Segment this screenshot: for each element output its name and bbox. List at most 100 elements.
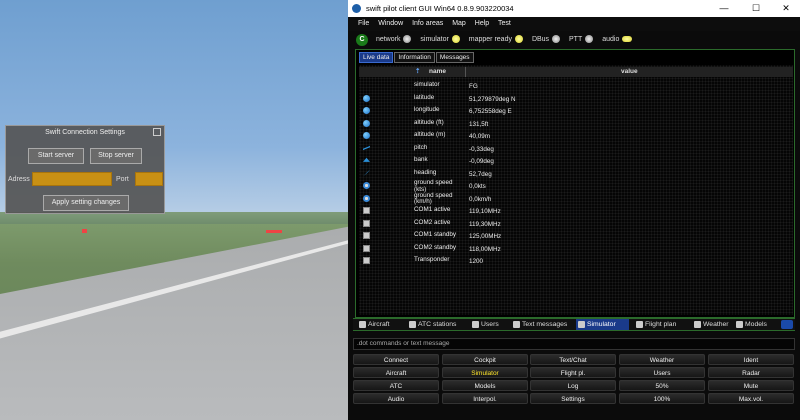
tab-label: Text messages: [522, 321, 568, 328]
keypad-models-button[interactable]: Models: [442, 380, 528, 391]
users-icon: [472, 321, 479, 328]
address-input[interactable]: [32, 172, 112, 186]
row-value: 125,00MHz: [469, 233, 502, 240]
keypad-cockpit-button[interactable]: Cockpit: [442, 354, 528, 365]
keypad-log-button[interactable]: Log: [530, 380, 616, 391]
command-line-input[interactable]: .dot commands or text message: [353, 338, 795, 350]
connection-badge[interactable]: C: [356, 34, 368, 46]
close-icon[interactable]: [153, 128, 161, 136]
table-row[interactable]: COM1 active 119,10MHz: [359, 205, 793, 218]
table-row[interactable]: altitude (m) 40,09m: [359, 130, 793, 143]
table-row[interactable]: ground speed (km/h) 0,0km/h: [359, 192, 793, 206]
keypad-simulator-button[interactable]: Simulator: [442, 367, 528, 378]
address-label: Adress: [8, 176, 30, 183]
speed-icon: [363, 194, 370, 202]
keypad-aircraft-button[interactable]: Aircraft: [353, 367, 439, 378]
keypad-audio-button[interactable]: Audio: [353, 393, 439, 404]
tab-flight-plan[interactable]: Flight plan: [634, 319, 688, 330]
table-row[interactable]: longitude 6,752558deg E: [359, 105, 793, 118]
table-row[interactable]: bank -0,09deg: [359, 155, 793, 168]
status-led-icon: [585, 35, 594, 44]
stop-server-button[interactable]: Stop server: [90, 148, 142, 164]
row-name: altitude (m): [414, 131, 446, 138]
tab-label: Weather: [703, 321, 729, 328]
menu-window[interactable]: Window: [378, 20, 403, 27]
tab-models[interactable]: Models: [734, 319, 774, 330]
port-input[interactable]: [135, 172, 163, 186]
row-name: simulator: [414, 81, 440, 88]
table-row[interactable]: altitude (ft) 131,5ft: [359, 118, 793, 131]
column-header-name[interactable]: name: [429, 67, 446, 77]
row-value: 1200: [469, 258, 484, 265]
table-row[interactable]: COM1 standby 125,00MHz: [359, 230, 793, 243]
keypad-flight-pl-button[interactable]: Flight pl.: [530, 367, 616, 378]
row-name: longitude: [414, 106, 440, 113]
status-led-icon: [514, 35, 523, 44]
models-icon: [736, 321, 743, 328]
status-audio-label: audio: [602, 36, 620, 43]
swift-app-icon: [352, 4, 361, 13]
float-panel-icon[interactable]: [781, 320, 793, 329]
row-value: 119,10MHz: [469, 208, 501, 215]
tab-weather[interactable]: Weather: [692, 319, 732, 330]
keypad-mute-button[interactable]: Mute: [708, 380, 794, 391]
table-row[interactable]: Transponder 1200: [359, 255, 793, 268]
minimize-icon[interactable]: —: [712, 0, 736, 17]
column-header-value[interactable]: value: [621, 67, 638, 77]
start-server-button[interactable]: Start server: [28, 148, 84, 164]
row-value: 118,00MHz: [469, 245, 501, 253]
table-row[interactable]: simulator FG: [359, 80, 793, 93]
apply-settings-button[interactable]: Apply setting changes: [43, 195, 129, 211]
table-row[interactable]: COM2 standby 118,00MHz: [359, 243, 793, 256]
keypad-max-vol-button[interactable]: Max.vol.: [708, 393, 794, 404]
row-name: COM1 active: [414, 206, 451, 213]
keypad-atc-button[interactable]: ATC: [353, 380, 439, 391]
port-label: Port: [116, 176, 129, 183]
keypad-interpol-button[interactable]: Interpol.: [442, 393, 528, 404]
tab-label: Models: [745, 321, 767, 328]
tab-text-messages[interactable]: Text messages: [511, 319, 573, 330]
tab-live-data[interactable]: Live data: [359, 52, 394, 63]
menu-file[interactable]: File: [358, 20, 369, 27]
table-row[interactable]: pitch -0,33deg: [359, 143, 793, 156]
keypad-text-chat-button[interactable]: Text/Chat: [530, 354, 616, 365]
status-led-icon: [552, 35, 561, 44]
maximize-icon[interactable]: ☐: [744, 0, 768, 17]
table-row[interactable]: latitude 51,279879deg N: [359, 93, 793, 106]
tab-information[interactable]: Information: [394, 52, 435, 63]
tab-messages[interactable]: Messages: [435, 52, 474, 63]
keypad-settings-button[interactable]: Settings: [530, 393, 616, 404]
row-value: 52,7deg: [469, 170, 492, 178]
keypad-50-button[interactable]: 50%: [619, 380, 705, 391]
keypad-ident-button[interactable]: Ident: [708, 354, 794, 365]
keypad-100-button[interactable]: 100%: [619, 393, 705, 404]
menu-map[interactable]: Map: [452, 20, 466, 27]
info-area-tabs: Aircraft ATC stations Users Text messages Si…: [353, 318, 795, 331]
tab-users[interactable]: Users: [470, 319, 508, 330]
row-name: latitude: [414, 93, 435, 101]
menu-test[interactable]: Test: [498, 20, 511, 27]
tab-atc-stations[interactable]: ATC stations: [407, 319, 465, 330]
menu-help[interactable]: Help: [475, 20, 489, 27]
radio-icon: [363, 207, 370, 214]
close-window-icon[interactable]: ✕: [774, 0, 798, 17]
status-led-icon: [622, 36, 633, 43]
keypad-weather-button[interactable]: Weather: [619, 354, 705, 365]
status-mapper-label: mapper ready: [468, 36, 512, 43]
simulator-view: Swift Connection Settings Start server S…: [0, 0, 348, 420]
row-value: 0,0km/h: [469, 195, 492, 203]
status-network: network: [376, 35, 412, 44]
keypad-connect-button[interactable]: Connect: [353, 354, 439, 365]
tab-aircraft[interactable]: Aircraft: [357, 319, 401, 330]
keypad-radar-button[interactable]: Radar: [708, 367, 794, 378]
menu-info-areas[interactable]: Info areas: [412, 20, 443, 27]
sort-arrow-icon[interactable]: ⇡: [415, 67, 420, 77]
menu-bar: File Window Info areas Map Help Test: [348, 17, 800, 31]
table-row[interactable]: ground speed (kts) 0,0kts: [359, 179, 793, 193]
table-row[interactable]: COM2 active 119,30MHz: [359, 218, 793, 231]
tab-simulator[interactable]: Simulator: [576, 319, 629, 330]
status-bar: C network simulator mapper ready DBus PT…: [348, 31, 800, 49]
radio-icon: [363, 219, 370, 227]
keypad-users-button[interactable]: Users: [619, 367, 705, 378]
row-value: FG: [469, 83, 478, 90]
